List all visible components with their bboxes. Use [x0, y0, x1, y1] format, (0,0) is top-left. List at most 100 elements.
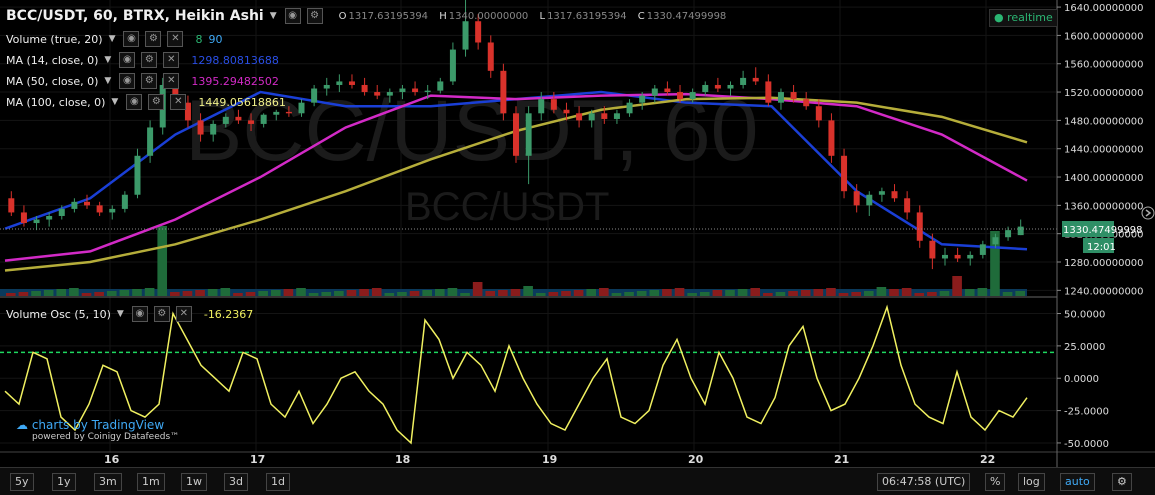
candle-body: [285, 111, 292, 114]
tradingview-watermark[interactable]: ☁ charts by TradingView powered by Coini…: [16, 418, 179, 442]
time-tick-label: 17: [250, 453, 265, 466]
legend-ma50[interactable]: MA (50, close, 0) ▼ ◉ ⚙ ✕ 1395.29482502: [6, 73, 279, 89]
chevron-down-icon[interactable]: ▼: [270, 11, 277, 21]
volume-bar: [283, 289, 294, 296]
visibility-icon[interactable]: ◉: [284, 8, 301, 24]
volume-bar: [384, 293, 395, 296]
candle-body: [588, 113, 595, 121]
candle-body: [967, 254, 974, 259]
candle-body: [58, 208, 65, 216]
symbol-title[interactable]: BCC/USDT, 60, BTRX, Heikin Ashi: [6, 8, 264, 24]
volume-bar: [334, 291, 344, 296]
settings-icon[interactable]: ⚙: [145, 31, 162, 47]
candle-body: [866, 194, 873, 206]
percent-toggle[interactable]: %: [985, 473, 1006, 491]
clock-time[interactable]: 06:47:58 (UTC): [877, 473, 971, 491]
log-toggle[interactable]: log: [1018, 473, 1045, 491]
volume-bar: [233, 293, 243, 296]
chevron-down-icon[interactable]: ▼: [109, 34, 116, 44]
volume-bar: [195, 290, 205, 296]
watermark-subtext: powered by Coinigy Datafeeds™: [32, 432, 180, 442]
range-1y-button[interactable]: 1y: [52, 473, 76, 491]
candle-body: [222, 116, 229, 124]
candle-body: [777, 92, 784, 103]
volume-bar: [359, 289, 369, 296]
high-label: H: [439, 10, 447, 22]
legend-ma100[interactable]: MA (100, close, 0) ▼ ◉ ⚙ ✕ 1449.05618861: [6, 94, 286, 110]
auto-toggle[interactable]: auto: [1060, 473, 1095, 491]
volume-bar: [737, 289, 748, 296]
settings-icon[interactable]: ⚙: [306, 8, 323, 24]
indicator-value: 90: [208, 32, 223, 46]
range-5y-button[interactable]: 5y: [10, 473, 34, 491]
range-3m-button[interactable]: 3m: [94, 473, 122, 491]
indicator-name[interactable]: Volume (true, 20): [6, 33, 103, 46]
indicator-name[interactable]: MA (14, close, 0): [6, 54, 98, 67]
ohlc-values: O 1317.63195394 H 1340.00000000 L 1317.6319…: [331, 11, 727, 22]
candle-body: [248, 120, 255, 124]
close-label: C: [637, 10, 645, 22]
candle-body: [752, 77, 759, 82]
indicator-name[interactable]: Volume Osc (5, 10): [6, 308, 111, 321]
candle-body: [235, 116, 242, 121]
candle-body: [33, 219, 40, 224]
chevron-down-icon[interactable]: ▼: [104, 55, 111, 65]
candle-body: [109, 208, 116, 213]
candle-body: [601, 113, 608, 119]
visibility-icon[interactable]: ◉: [131, 306, 148, 322]
chevron-down-icon[interactable]: ▼: [104, 76, 111, 86]
osc-tick-label: -25.0000: [1064, 407, 1109, 418]
candle-body: [815, 106, 822, 121]
candle-body: [298, 102, 305, 114]
price-tick-label: 1480.00000000: [1064, 116, 1144, 127]
volume-bar: [447, 288, 458, 296]
candle-body: [348, 81, 355, 85]
chevron-down-icon[interactable]: ▼: [117, 309, 124, 319]
candle-body: [399, 88, 406, 93]
close-icon[interactable]: ✕: [163, 52, 180, 68]
close-icon[interactable]: ✕: [170, 94, 187, 110]
indicator-name[interactable]: MA (100, close, 0): [6, 96, 105, 109]
range-3d-button[interactable]: 3d: [224, 473, 248, 491]
close-icon[interactable]: ✕: [175, 306, 192, 322]
volume-bar: [69, 288, 79, 296]
close-icon[interactable]: ✕: [167, 31, 184, 47]
volume-bar: [838, 293, 849, 296]
chevron-down-icon[interactable]: ▼: [111, 97, 118, 107]
price-tick-label: 1600.00000000: [1064, 31, 1144, 42]
price-tick-label: 1240.00000000: [1064, 286, 1144, 297]
range-1m-button[interactable]: 1m: [137, 473, 165, 491]
candle-body: [576, 113, 583, 121]
candle-body: [147, 127, 154, 156]
close-icon[interactable]: ✕: [163, 73, 180, 89]
candle-body: [878, 191, 885, 195]
candle-body: [121, 194, 128, 209]
settings-icon[interactable]: ⚙: [141, 52, 158, 68]
legend-ma14[interactable]: MA (14, close, 0) ▼ ◉ ⚙ ✕ 1298.80813688: [6, 52, 279, 68]
settings-icon[interactable]: ⚙: [141, 73, 158, 89]
volume-bar: [599, 288, 609, 296]
range-1d-button[interactable]: 1d: [266, 473, 290, 491]
visibility-icon[interactable]: ◉: [126, 94, 143, 110]
symbol-watermark-small: BCC/USDT: [405, 185, 609, 229]
volume-bar: [170, 292, 180, 296]
price-tick-label: 1640.00000000: [1064, 3, 1144, 14]
candle-body: [550, 99, 557, 110]
indicator-name[interactable]: MA (50, close, 0): [6, 75, 98, 88]
gear-icon[interactable]: ⚙: [1112, 473, 1132, 491]
price-tick-label: 1360.00000000: [1064, 201, 1144, 212]
candle-body: [412, 88, 419, 93]
volume-bar: [725, 290, 735, 296]
osc-tick-label: 50.0000: [1064, 310, 1105, 321]
legend-volume-osc[interactable]: Volume Osc (5, 10) ▼ ◉ ⚙ ✕ -16.2367: [6, 306, 253, 322]
visibility-icon[interactable]: ◉: [119, 52, 136, 68]
settings-icon[interactable]: ⚙: [148, 94, 165, 110]
volume-bar: [296, 288, 306, 296]
osc-tick-label: 25.0000: [1064, 342, 1105, 353]
visibility-icon[interactable]: ◉: [123, 31, 140, 47]
symbol-legend[interactable]: BCC/USDT, 60, BTRX, Heikin Ashi ▼ ◉ ⚙ O 13…: [6, 8, 726, 24]
range-1w-button[interactable]: 1w: [181, 473, 207, 491]
legend-volume[interactable]: Volume (true, 20) ▼ ◉ ⚙ ✕ 8 90: [6, 31, 222, 47]
visibility-icon[interactable]: ◉: [119, 73, 136, 89]
settings-icon[interactable]: ⚙: [153, 306, 170, 322]
